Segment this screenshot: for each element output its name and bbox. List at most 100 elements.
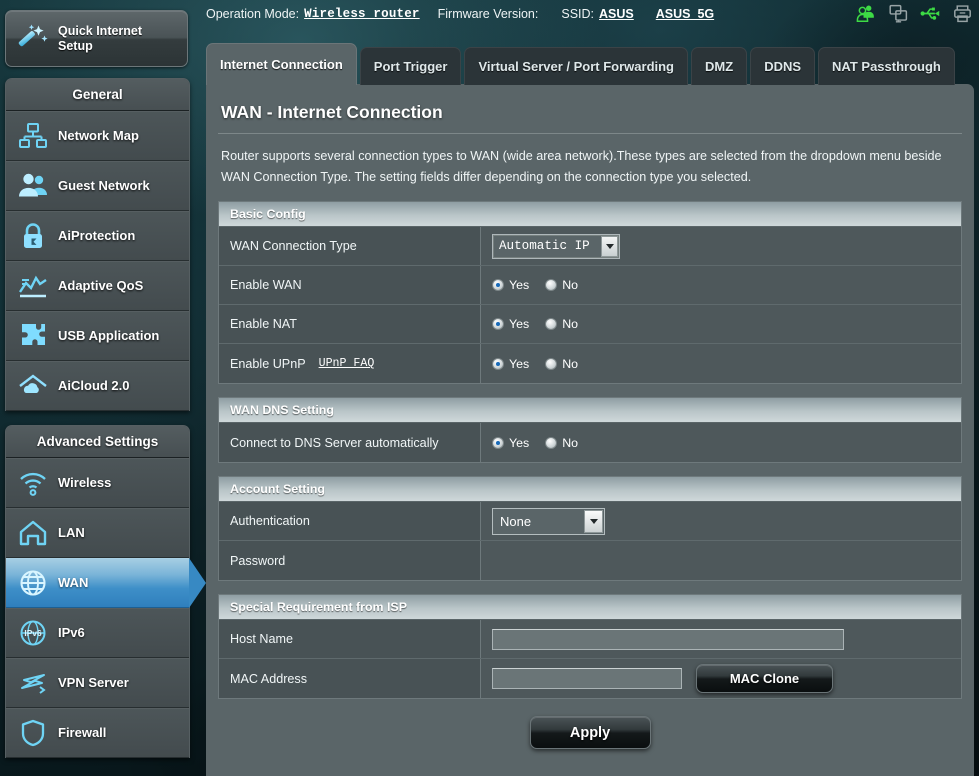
firmware-version-label: Firmware Version:: [437, 7, 539, 21]
quick-internet-setup-button[interactable]: Quick Internet Setup: [5, 10, 188, 67]
label-enable-upnp: Enable UPnP UPnP FAQ: [219, 344, 481, 383]
sidebar-item-aicloud[interactable]: AiCloud 2.0: [6, 361, 189, 411]
radio-dot-icon: [545, 357, 558, 370]
sidebar-item-wireless[interactable]: Wireless: [6, 458, 189, 508]
enable-upnp-text: Enable UPnP: [230, 356, 306, 371]
authentication-select[interactable]: None: [492, 507, 605, 535]
sidebar-label-aiprotection: AiProtection: [58, 228, 136, 243]
enable-upnp-no-label: No: [562, 356, 579, 371]
row-host-name: Host Name: [219, 620, 961, 659]
sidebar-item-lan[interactable]: LAN: [6, 508, 189, 558]
label-mac-address: MAC Address: [219, 659, 481, 698]
puzzle-icon: [22, 323, 45, 345]
radio-dot-icon: [545, 279, 558, 291]
label-password: Password: [219, 541, 481, 580]
tab-dmz[interactable]: DMZ: [691, 47, 748, 85]
enable-nat-radio-yes[interactable]: Yes: [492, 317, 529, 331]
wifi-icon: [20, 472, 46, 496]
sidebar-item-firewall[interactable]: Firewall: [6, 708, 189, 758]
lock-icon: [24, 222, 42, 248]
radio-dot-selected-icon: [492, 357, 504, 370]
enable-wan-radio-yes[interactable]: Yes: [492, 278, 529, 292]
sidebar-label-guest-network: Guest Network: [58, 178, 150, 193]
host-name-input[interactable]: [492, 628, 844, 650]
enable-nat-radio-no[interactable]: No: [545, 317, 578, 331]
row-enable-wan: Enable WAN Yes No: [219, 266, 961, 305]
sidebar-group-title-advanced: Advanced Settings: [6, 426, 189, 458]
sidebar-item-usb-application[interactable]: USB Application: [6, 311, 189, 361]
tab-port-trigger[interactable]: Port Trigger: [359, 47, 462, 85]
value-mac-address: MAC Clone: [481, 659, 961, 698]
shield-icon: [21, 719, 45, 746]
printer-icon[interactable]: [952, 3, 973, 24]
quick-setup-line1: Quick Internet: [58, 23, 143, 38]
page-title: WAN - Internet Connection: [221, 102, 443, 122]
section-special-requirement: Special Requirement from ISP Host Name M…: [218, 594, 962, 699]
sidebar-label-wireless: Wireless: [58, 475, 112, 490]
row-wan-connection-type: WAN Connection Type Automatic IP: [219, 227, 961, 266]
guest-network-icon: [19, 173, 47, 196]
ssid-info: SSID: ASUS ASUS_5G: [561, 7, 714, 21]
enable-upnp-radio-group: Yes No: [492, 357, 578, 371]
title-divider: [218, 133, 962, 134]
authentication-selected: None: [500, 513, 532, 529]
value-enable-upnp: Yes No: [481, 344, 961, 383]
section-wan-dns-setting: WAN DNS Setting Connect to DNS Server au…: [218, 397, 962, 463]
value-enable-wan: Yes No: [481, 266, 961, 304]
wan-connection-type-select[interactable]: Automatic IP: [492, 233, 620, 259]
sidebar-item-adaptive-qos[interactable]: Adaptive QoS: [6, 261, 189, 311]
connect-dns-no-label: No: [562, 435, 579, 450]
upnp-faq-link[interactable]: UPnP FAQ: [319, 357, 375, 370]
tab-ddns[interactable]: DDNS: [750, 47, 816, 85]
mac-clone-button[interactable]: MAC Clone: [696, 664, 833, 693]
row-connect-dns-automatically: Connect to DNS Server automatically Yes …: [219, 423, 961, 462]
label-authentication: Authentication: [219, 502, 481, 540]
sidebar-item-aiprotection[interactable]: AiProtection: [6, 211, 189, 261]
sidebar-item-ipv6[interactable]: IPv6 IPv6: [6, 608, 189, 658]
sidebar-label-lan: LAN: [58, 525, 85, 540]
radio-dot-icon: [545, 436, 558, 449]
usb-icon[interactable]: [920, 3, 941, 24]
quick-setup-label: Quick Internet Setup: [58, 24, 142, 54]
label-connect-dns-automatically: Connect to DNS Server automatically: [219, 423, 481, 462]
tab-nat-passthrough[interactable]: NAT Passthrough: [818, 47, 955, 85]
chevron-down-icon: [584, 509, 603, 533]
radio-dot-selected-icon: [492, 318, 504, 330]
enable-upnp-radio-no[interactable]: No: [545, 357, 578, 371]
enable-nat-no-label: No: [562, 317, 579, 331]
section-heading-basic-config: Basic Config: [219, 202, 961, 227]
tab-internet-connection[interactable]: Internet Connection: [206, 43, 357, 85]
mac-address-input[interactable]: [492, 668, 682, 689]
enable-wan-no-label: No: [562, 278, 579, 292]
sidebar-label-vpn-server: VPN Server: [58, 675, 129, 690]
row-enable-upnp: Enable UPnP UPnP FAQ Yes No: [219, 344, 961, 383]
globe-icon: [20, 569, 46, 596]
sidebar-item-vpn-server[interactable]: VPN Server: [6, 658, 189, 708]
value-enable-nat: Yes No: [481, 305, 961, 343]
section-heading-special-requirement: Special Requirement from ISP: [219, 595, 961, 620]
enable-upnp-radio-yes[interactable]: Yes: [492, 357, 529, 371]
label-host-name: Host Name: [219, 620, 481, 658]
status-icon-group: [856, 3, 973, 24]
sidebar-item-network-map[interactable]: Network Map: [6, 111, 189, 161]
sidebar-label-adaptive-qos: Adaptive QoS: [58, 278, 144, 293]
ssid-value-2g[interactable]: ASUS: [599, 7, 634, 21]
operation-mode-value[interactable]: Wireless router: [304, 7, 420, 21]
apply-button-row: Apply: [218, 716, 962, 749]
section-basic-config: Basic Config WAN Connection Type Automat…: [218, 201, 962, 384]
connect-dns-radio-yes[interactable]: Yes: [492, 436, 529, 450]
screens-icon[interactable]: [888, 3, 909, 24]
apply-button[interactable]: Apply: [529, 716, 651, 749]
sidebar-item-guest-network[interactable]: Guest Network: [6, 161, 189, 211]
connect-dns-radio-no[interactable]: No: [545, 436, 578, 450]
operation-mode-label: Operation Mode:: [206, 7, 300, 21]
clients-icon[interactable]: [856, 3, 877, 24]
sidebar-label-wan: WAN: [58, 575, 89, 590]
ssid-value-5g[interactable]: ASUS_5G: [656, 7, 714, 21]
sidebar-item-wan[interactable]: WAN: [6, 558, 206, 608]
svg-text:IPv6: IPv6: [24, 628, 42, 638]
radio-dot-icon: [545, 318, 558, 330]
enable-wan-radio-no[interactable]: No: [545, 278, 578, 292]
tab-virtual-server-port-forwarding[interactable]: Virtual Server / Port Forwarding: [464, 47, 689, 85]
radio-dot-selected-icon: [492, 279, 504, 291]
